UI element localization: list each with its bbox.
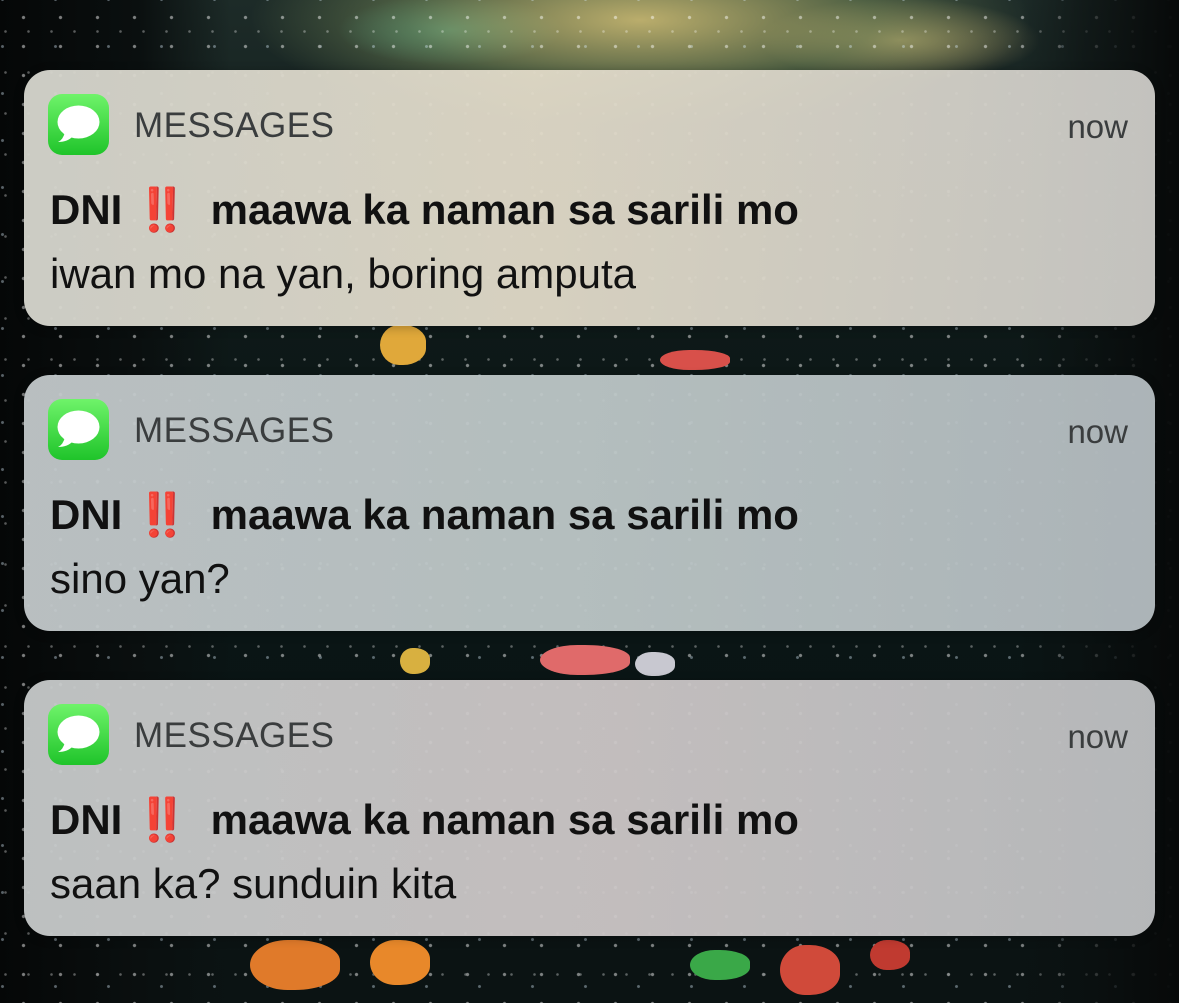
- wallpaper-fish: [540, 645, 630, 675]
- wallpaper-fish: [250, 940, 340, 990]
- app-name: MESSAGES: [134, 716, 335, 755]
- wallpaper-fish: [690, 950, 750, 980]
- messages-app-icon: [48, 704, 109, 765]
- notification-title: DNI ‼️ maawa ka naman sa sarili mo: [50, 796, 799, 845]
- app-name: MESSAGES: [134, 106, 335, 145]
- wallpaper-fish: [400, 648, 430, 674]
- sender-name-suffix: maawa ka naman sa sarili mo: [210, 491, 799, 538]
- notification-title: DNI ‼️ maawa ka naman sa sarili mo: [50, 186, 799, 235]
- wallpaper-fish: [660, 350, 730, 370]
- messages-app-icon: [48, 94, 109, 155]
- notification-time: now: [1067, 718, 1128, 755]
- notification-message: sino yan?: [50, 555, 230, 602]
- messages-app-icon: [48, 399, 109, 460]
- wallpaper-fish: [635, 652, 675, 676]
- sender-name: DNI: [50, 796, 123, 843]
- sender-name-suffix: maawa ka naman sa sarili mo: [210, 186, 799, 233]
- notification-card[interactable]: MESSAGES now DNI ‼️ maawa ka naman sa sari…: [24, 70, 1155, 326]
- double-exclamation-emoji: ‼️: [135, 491, 190, 538]
- sender-name: DNI: [50, 186, 123, 233]
- notification-time: now: [1067, 108, 1128, 145]
- notification-card[interactable]: MESSAGES now DNI ‼️ maawa ka naman sa sari…: [24, 680, 1155, 936]
- double-exclamation-emoji: ‼️: [135, 796, 190, 843]
- double-exclamation-emoji: ‼️: [135, 186, 190, 233]
- wallpaper-fish: [370, 940, 430, 985]
- notification-time: now: [1067, 413, 1128, 450]
- wallpaper-fish: [380, 325, 426, 365]
- sender-name: DNI: [50, 491, 123, 538]
- wallpaper-fish: [870, 940, 910, 970]
- sender-name-suffix: maawa ka naman sa sarili mo: [210, 796, 799, 843]
- wallpaper-fish: [780, 945, 840, 995]
- app-name: MESSAGES: [134, 411, 335, 450]
- notification-message: saan ka? sunduin kita: [50, 860, 457, 907]
- notification-message: iwan mo na yan, boring amputa: [50, 250, 637, 297]
- notification-title: DNI ‼️ maawa ka naman sa sarili mo: [50, 491, 799, 540]
- notification-card[interactable]: MESSAGES now DNI ‼️ maawa ka naman sa sari…: [24, 375, 1155, 631]
